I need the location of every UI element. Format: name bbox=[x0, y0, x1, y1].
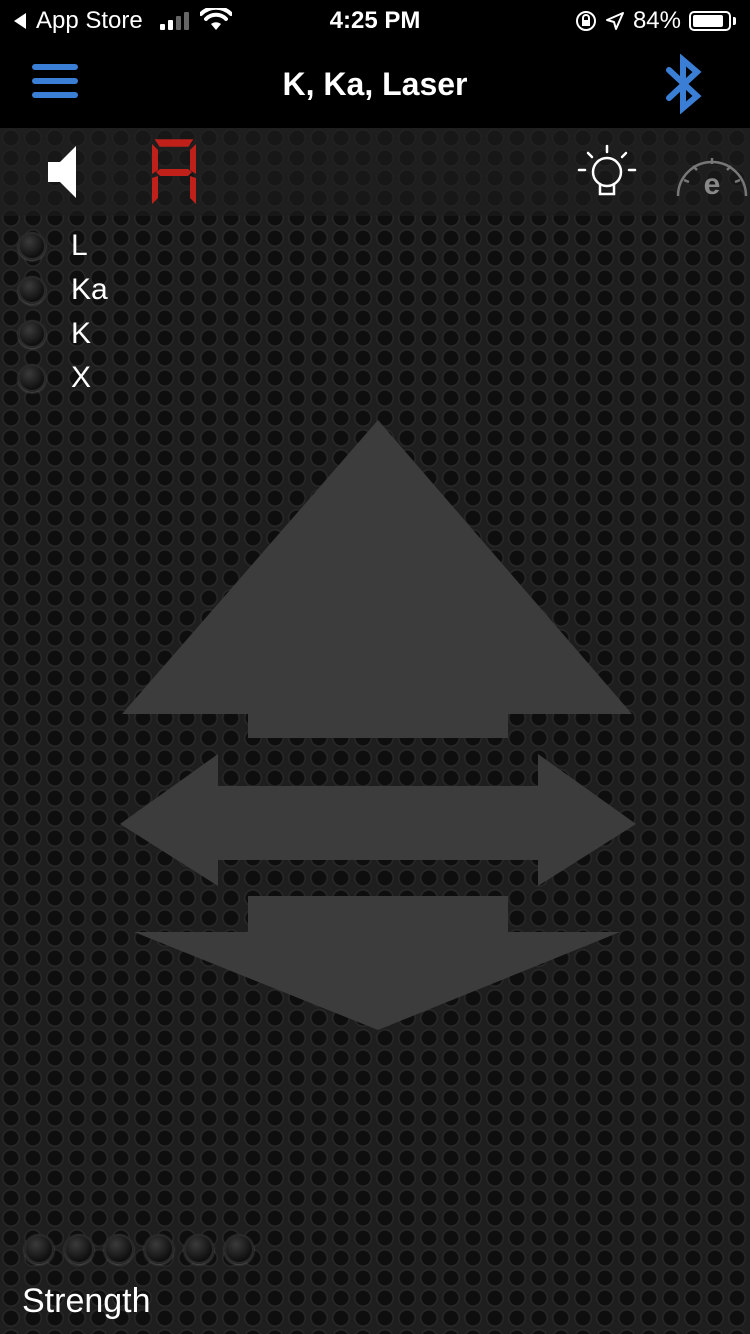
strength-led bbox=[104, 1234, 134, 1264]
rear-arrow bbox=[134, 896, 620, 1030]
battery-icon bbox=[689, 11, 731, 31]
band-indicator-k: K bbox=[18, 312, 108, 356]
band-led bbox=[18, 232, 46, 260]
strength-label: Strength bbox=[22, 1282, 151, 1320]
eco-gauge-icon[interactable]: e bbox=[674, 144, 750, 209]
battery-cap bbox=[733, 17, 736, 25]
band-label: Ka bbox=[71, 273, 108, 306]
band-label: L bbox=[71, 229, 88, 262]
strength-led bbox=[144, 1234, 174, 1264]
band-indicator-list: L Ka K X bbox=[18, 224, 108, 400]
band-led bbox=[18, 320, 46, 348]
band-label: X bbox=[71, 361, 92, 394]
bluetooth-icon[interactable] bbox=[664, 53, 704, 119]
strength-led bbox=[24, 1234, 54, 1264]
band-indicator-ka: Ka bbox=[18, 268, 108, 312]
strength-led bbox=[224, 1234, 254, 1264]
band-label: K bbox=[71, 317, 92, 350]
strength-led bbox=[184, 1234, 214, 1264]
page-title: K, Ka, Laser bbox=[282, 66, 468, 102]
band-indicator-x: X bbox=[18, 356, 108, 400]
speaker-icon[interactable] bbox=[44, 142, 84, 207]
status-bar: App Store 4:25 PM 84% bbox=[0, 0, 750, 40]
orientation-lock-icon bbox=[575, 11, 596, 31]
nav-bar: K, Ka, Laser bbox=[0, 40, 750, 128]
location-icon bbox=[605, 12, 624, 30]
gauge-letter: e bbox=[704, 168, 721, 201]
mode-digit-display bbox=[148, 138, 200, 213]
band-led bbox=[18, 276, 46, 304]
band-led bbox=[18, 364, 46, 392]
side-arrow bbox=[120, 754, 636, 886]
strength-led bbox=[64, 1234, 94, 1264]
front-arrow bbox=[122, 420, 632, 738]
direction-indicator bbox=[0, 408, 750, 1053]
brightness-bulb-icon[interactable] bbox=[574, 142, 640, 209]
control-toolbar: e bbox=[0, 128, 750, 216]
band-indicator-l: L bbox=[18, 224, 108, 268]
detector-panel: e L Ka K X Strength bbox=[0, 128, 750, 1334]
strength-meter bbox=[24, 1234, 254, 1264]
battery-percent: 84% bbox=[632, 7, 681, 34]
